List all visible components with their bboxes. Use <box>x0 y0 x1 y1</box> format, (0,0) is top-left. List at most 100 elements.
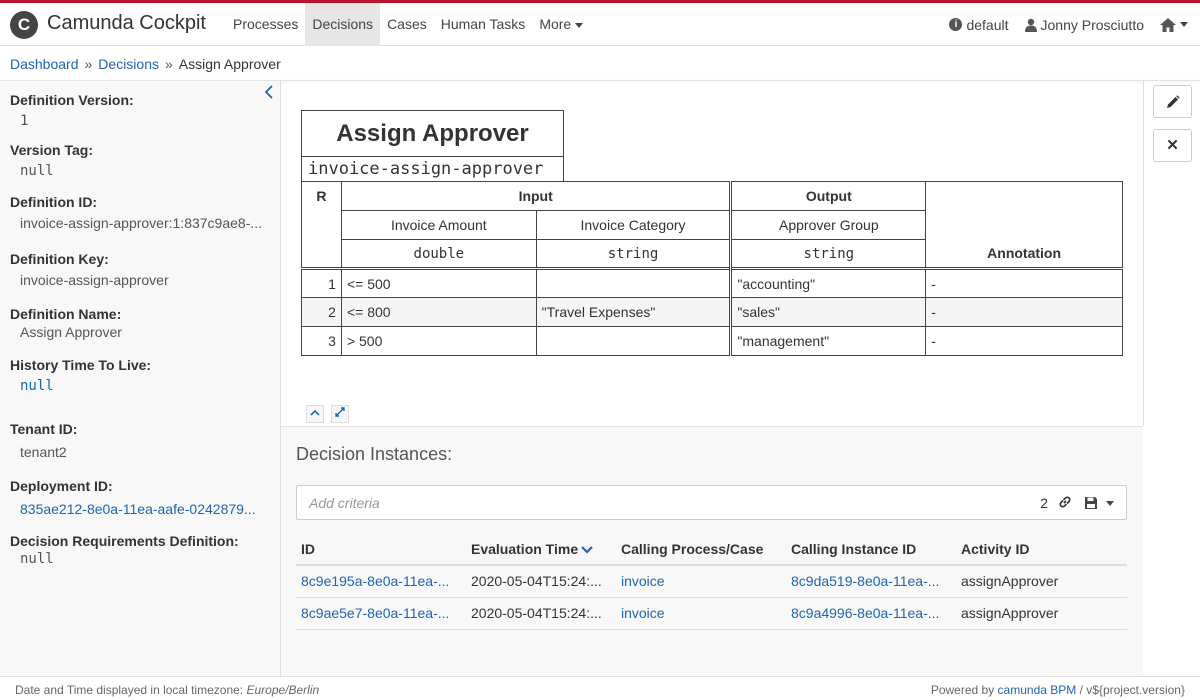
user-menu[interactable]: Jonny Prosciutto <box>1024 16 1145 33</box>
engine-selector[interactable]: i default <box>949 16 1009 33</box>
dmn-title-box: Assign Approver invoice-assign-approver <box>301 110 564 182</box>
close-button[interactable]: ✕ <box>1153 129 1192 162</box>
rule-row: 1 <= 500 "accounting" - <box>301 267 1123 298</box>
camunda-logo-icon[interactable]: C <box>10 11 38 39</box>
prop-value: Assign Approver <box>20 324 122 340</box>
caret-down-icon <box>1106 500 1114 506</box>
prop-definition-key: Definition Key: invoice-assign-approver <box>10 251 169 288</box>
breadcrumb-separator: » <box>84 56 93 72</box>
user-area: i default Jonny Prosciutto <box>933 3 1188 46</box>
col-id[interactable]: ID <box>296 533 466 566</box>
app-brand[interactable]: Camunda Cockpit <box>47 12 206 35</box>
dmn-title: Assign Approver <box>302 111 563 157</box>
powered-by: Powered by camunda BPM / v${project.vers… <box>931 683 1185 697</box>
table-row: 8c9ae5e7-8e0a-11ea-... 2020-05-04T15:24:… <box>296 597 1127 630</box>
input-type: double <box>340 239 537 269</box>
powered-prefix: Powered by <box>930 683 995 697</box>
rule-annotation: - <box>925 326 1123 356</box>
output-label: Approver Group <box>729 210 927 240</box>
deployment-id-link[interactable]: 835ae212-8e0a-11ea-aafe-0242879... <box>20 501 256 517</box>
nav-cases[interactable]: Cases <box>380 3 434 46</box>
rule-row: 3 > 500 "management" - <box>301 326 1123 356</box>
prop-label: Definition Version: <box>10 92 134 108</box>
search-placeholder: Add criteria <box>309 495 380 511</box>
breadcrumb-dashboard[interactable]: Dashboard <box>10 56 79 72</box>
instances-table: ID Evaluation Time Calling Process/Case … <box>296 533 1127 630</box>
history-ttl-link[interactable]: null <box>20 378 151 394</box>
prop-tenant-id: Tenant ID: tenant2 <box>10 421 77 460</box>
timezone-note: Date and Time displayed in local timezon… <box>15 683 319 697</box>
breadcrumb-decisions[interactable]: Decisions <box>98 56 159 72</box>
output-header: Output <box>729 181 927 211</box>
calling-instance-link[interactable]: 8c9a4996-8e0a-11ea-... <box>791 605 939 621</box>
home-icon <box>1160 17 1176 32</box>
chevron-left-icon[interactable] <box>264 85 274 104</box>
rule-number: 1 <box>301 267 342 298</box>
top-navbar: C Camunda Cockpit Processes Decisions Ca… <box>0 0 1200 46</box>
rule-cell: > 500 <box>340 326 537 356</box>
dmn-id: invoice-assign-approver <box>308 159 544 179</box>
prop-deployment-id: Deployment ID: 835ae212-8e0a-11ea-aafe-0… <box>10 478 256 517</box>
version-text: / v${project.version} <box>1079 683 1185 697</box>
nav-more-label: More <box>539 16 572 32</box>
footer: Date and Time displayed in local timezon… <box>0 676 1200 700</box>
pencil-icon <box>1166 95 1180 109</box>
prop-value: null <box>20 163 54 179</box>
rule-cell <box>535 326 732 356</box>
nav-more[interactable]: More <box>532 3 590 46</box>
calling-process-link[interactable]: invoice <box>621 605 665 621</box>
col-activity-id[interactable]: Activity ID <box>956 533 1127 566</box>
annotation-header: Annotation <box>925 181 1123 269</box>
nav-decisions[interactable]: Decisions <box>305 3 381 46</box>
rule-cell <box>535 267 732 298</box>
input-label: Invoice Category <box>535 210 732 240</box>
rule-cell: <= 800 <box>340 297 537 327</box>
nav-human-tasks[interactable]: Human Tasks <box>434 3 533 46</box>
rule-cell: "management" <box>729 326 927 356</box>
collapse-up-icon[interactable] <box>306 405 324 423</box>
user-name: Jonny Prosciutto <box>1040 16 1145 33</box>
caret-down-icon <box>1180 22 1188 27</box>
rule-cell: <= 500 <box>340 267 537 298</box>
col-calling-instance-id[interactable]: Calling Instance ID <box>786 533 956 566</box>
prop-history-ttl: History Time To Live: null <box>10 357 151 394</box>
result-count: 2 <box>1040 495 1048 511</box>
instance-id-link[interactable]: 8c9ae5e7-8e0a-11ea-... <box>301 605 449 621</box>
sort-desc-icon[interactable] <box>581 543 593 557</box>
rule-annotation: - <box>925 297 1123 327</box>
main-nav: Processes Decisions Cases Human Tasks Mo… <box>226 3 590 46</box>
home-menu[interactable] <box>1160 17 1188 32</box>
output-type: string <box>729 239 927 269</box>
input-header: Input <box>340 181 732 211</box>
edit-button[interactable] <box>1153 85 1192 118</box>
prop-label: Definition Name: <box>10 306 122 322</box>
rule-row: 2 <= 800 "Travel Expenses" "sales" - <box>301 297 1123 327</box>
close-icon: ✕ <box>1166 137 1179 154</box>
col-evaluation-time[interactable]: Evaluation Time <box>466 533 616 566</box>
info-icon: i <box>949 18 963 31</box>
prop-definition-version: Definition Version: 1 <box>10 92 134 129</box>
calling-process-link[interactable]: invoice <box>621 573 665 589</box>
nav-processes[interactable]: Processes <box>226 3 305 46</box>
input-type: string <box>535 239 732 269</box>
prop-value: invoice-assign-approver <box>20 272 169 288</box>
rule-cell: "Travel Expenses" <box>535 297 732 327</box>
caret-down-icon <box>575 22 584 28</box>
right-toolbar: ✕ <box>1143 81 1200 426</box>
calling-instance-link[interactable]: 8c9da519-8e0a-11ea-... <box>791 573 939 589</box>
search-criteria-input[interactable]: Add criteria 2 <box>296 485 1127 520</box>
engine-name: default <box>966 16 1009 33</box>
timezone-prefix: Date and Time displayed in local timezon… <box>15 683 244 697</box>
link-icon[interactable] <box>1058 495 1072 512</box>
rule-number: 2 <box>301 297 342 327</box>
fullscreen-icon[interactable] <box>331 405 349 423</box>
dmn-decision-table: R Input Output Annotation Invoice Amount… <box>301 181 1123 356</box>
save-search-button[interactable] <box>1084 494 1114 510</box>
instance-id-link[interactable]: 8c9e195a-8e0a-11ea-... <box>301 573 449 589</box>
input-label: Invoice Amount <box>340 210 537 240</box>
camunda-bpm-link[interactable]: camunda BPM <box>998 683 1077 697</box>
prop-label: Version Tag: <box>10 142 93 158</box>
prop-value: invoice-assign-approver:1:837c9ae8-... <box>20 215 263 231</box>
col-calling-process[interactable]: Calling Process/Case <box>616 533 786 566</box>
table-row: 8c9e195a-8e0a-11ea-... 2020-05-04T15:24:… <box>296 565 1127 598</box>
